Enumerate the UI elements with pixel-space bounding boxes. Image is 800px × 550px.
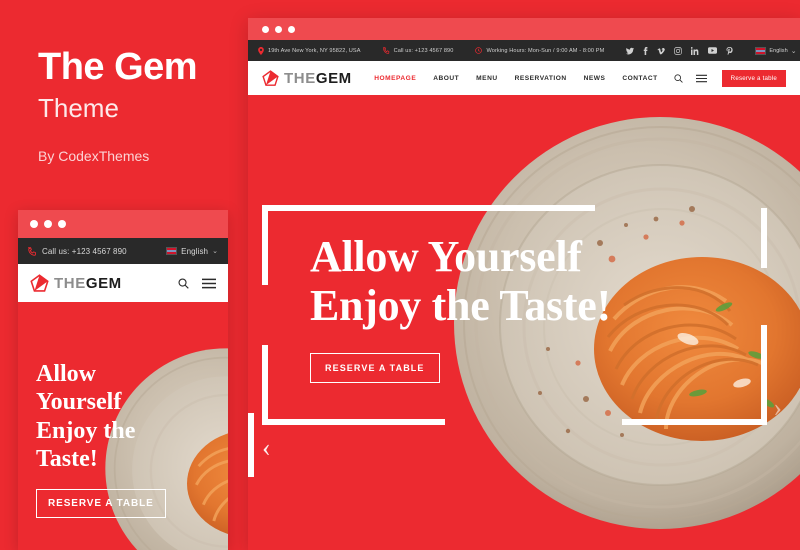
- phone-icon: [382, 47, 390, 54]
- pinterest-icon[interactable]: [726, 46, 733, 55]
- mobile-hero: Allow Yourself Enjoy the Taste! RESERVE …: [18, 302, 228, 550]
- mobile-topbar-phone-text: Call us: +123 4567 890: [42, 246, 127, 256]
- logo-text: THEGEM: [284, 71, 352, 86]
- mobile-hero-reserve-table-button[interactable]: RESERVE A TABLE: [36, 489, 166, 519]
- topbar-hours: Working Hours: Mon-Sun / 9:00 AM - 8:00 …: [475, 47, 604, 54]
- promo-byline: By CodexThemes: [38, 148, 150, 165]
- mobile-logo-text-the: THE: [54, 274, 86, 292]
- hero-title-line-1: Allow Yourself: [310, 232, 582, 281]
- nav-item-about[interactable]: ABOUT: [433, 75, 459, 82]
- header-icons: [674, 73, 707, 83]
- nav-item-news[interactable]: NEWS: [584, 75, 606, 82]
- nav-item-contact[interactable]: CONTACT: [622, 75, 657, 82]
- language-label: English: [769, 47, 788, 54]
- topbar-phone[interactable]: Call us: +123 4567 890: [382, 47, 454, 54]
- search-icon[interactable]: [178, 277, 189, 289]
- mobile-language-selector[interactable]: English ⌄: [166, 247, 218, 256]
- logo-text-gem: GEM: [315, 69, 352, 87]
- promo-title: The Gem: [38, 46, 198, 88]
- map-pin-icon: [258, 46, 264, 55]
- search-icon[interactable]: [674, 73, 683, 83]
- nav-item-menu[interactable]: MENU: [476, 75, 497, 82]
- mobile-header: THEGEM: [18, 264, 228, 302]
- logo-text-the: THE: [284, 69, 316, 87]
- mobile-hero-copy: Allow Yourself Enjoy the Taste! RESERVE …: [36, 360, 166, 519]
- mobile-window-dot-close-icon[interactable]: [30, 220, 38, 228]
- screenshot-stage: The Gem Theme By CodexThemes 19th Ave Ne…: [0, 0, 800, 550]
- gem-logo-icon: [262, 69, 279, 87]
- desktop-titlebar: [248, 18, 800, 40]
- gem-logo-icon: [30, 273, 49, 293]
- chevron-down-icon: ⌄: [790, 47, 797, 55]
- promo-block: The Gem Theme By CodexThemes: [38, 46, 238, 165]
- desktop-header: THEGEM HOMEPAGE ABOUT MENU RESERVATION N…: [248, 61, 800, 95]
- topbar-social-links: [626, 46, 733, 55]
- mobile-logo-text: THEGEM: [54, 276, 122, 291]
- mobile-titlebar: [18, 210, 228, 238]
- mobile-topbar-phone[interactable]: Call us: +123 4567 890: [28, 247, 127, 256]
- desktop-hero-slider: ‹ › Allow Yourself Enjoy the Taste! RESE…: [248, 95, 800, 550]
- linkedin-icon[interactable]: [691, 46, 699, 55]
- window-dot-minimize-icon[interactable]: [275, 25, 282, 33]
- mobile-window-dot-minimize-icon[interactable]: [44, 220, 52, 228]
- nav-item-reservation[interactable]: RESERVATION: [515, 75, 567, 82]
- mobile-window-dot-maximize-icon[interactable]: [58, 220, 66, 228]
- youtube-icon[interactable]: [708, 47, 718, 54]
- uk-flag-icon: [755, 46, 767, 55]
- mobile-window-dots: [30, 220, 66, 228]
- desktop-topbar: 19th Ave New York, NY 95822, USA Call us…: [248, 40, 800, 61]
- uk-flag-icon: [166, 247, 178, 255]
- reserve-table-button[interactable]: Reserve a table: [721, 69, 786, 87]
- hero-title-line-2: Enjoy the Taste!: [310, 281, 611, 331]
- slider-left-bar: [248, 413, 254, 477]
- main-navigation: HOMEPAGE ABOUT MENU RESERVATION NEWS CON…: [374, 75, 657, 82]
- window-dot-close-icon[interactable]: [262, 25, 269, 33]
- hamburger-menu-icon[interactable]: [202, 278, 216, 289]
- mobile-topbar: Call us: +123 4567 890 English ⌄: [18, 238, 228, 264]
- hero-reserve-table-button[interactable]: RESERVE A TABLE: [310, 352, 440, 383]
- facebook-icon[interactable]: [643, 46, 648, 55]
- chevron-down-icon: ⌄: [212, 248, 218, 255]
- topbar-address-text: 19th Ave New York, NY 95822, USA: [268, 47, 361, 54]
- mobile-browser-mockup: Call us: +123 4567 890 English ⌄ THEGEM: [18, 210, 228, 550]
- twitter-icon[interactable]: [626, 47, 635, 55]
- promo-subtitle: Theme: [38, 92, 119, 123]
- hamburger-menu-icon[interactable]: [695, 74, 707, 83]
- language-selector[interactable]: English ⌄: [755, 46, 797, 55]
- desktop-window-dots: [262, 25, 295, 33]
- site-logo[interactable]: THEGEM: [262, 69, 352, 87]
- hero-copy: Allow Yourself Enjoy the Taste! RESERVE …: [310, 232, 611, 383]
- topbar-address: 19th Ave New York, NY 95822, USA: [258, 46, 361, 55]
- topbar-hours-text: Working Hours: Mon-Sun / 9:00 AM - 8:00 …: [486, 47, 605, 54]
- clock-icon: [475, 47, 483, 54]
- vimeo-icon[interactable]: [657, 47, 666, 55]
- instagram-icon[interactable]: [674, 46, 683, 55]
- phone-icon: [28, 246, 37, 256]
- mobile-language-label: English: [181, 246, 209, 256]
- desktop-browser-mockup: 19th Ave New York, NY 95822, USA Call us…: [248, 18, 800, 550]
- mobile-site-logo[interactable]: THEGEM: [30, 273, 122, 293]
- mobile-header-icons: [178, 277, 216, 289]
- topbar-phone-text: Call us: +123 4567 890: [393, 47, 454, 54]
- mobile-logo-text-gem: GEM: [85, 274, 122, 292]
- mobile-hero-title: Allow Yourself Enjoy the Taste!: [36, 361, 136, 472]
- window-dot-maximize-icon[interactable]: [288, 25, 295, 33]
- nav-item-homepage[interactable]: HOMEPAGE: [374, 75, 416, 82]
- slider-prev-button[interactable]: ‹: [262, 435, 271, 461]
- slider-next-button[interactable]: ›: [773, 395, 782, 421]
